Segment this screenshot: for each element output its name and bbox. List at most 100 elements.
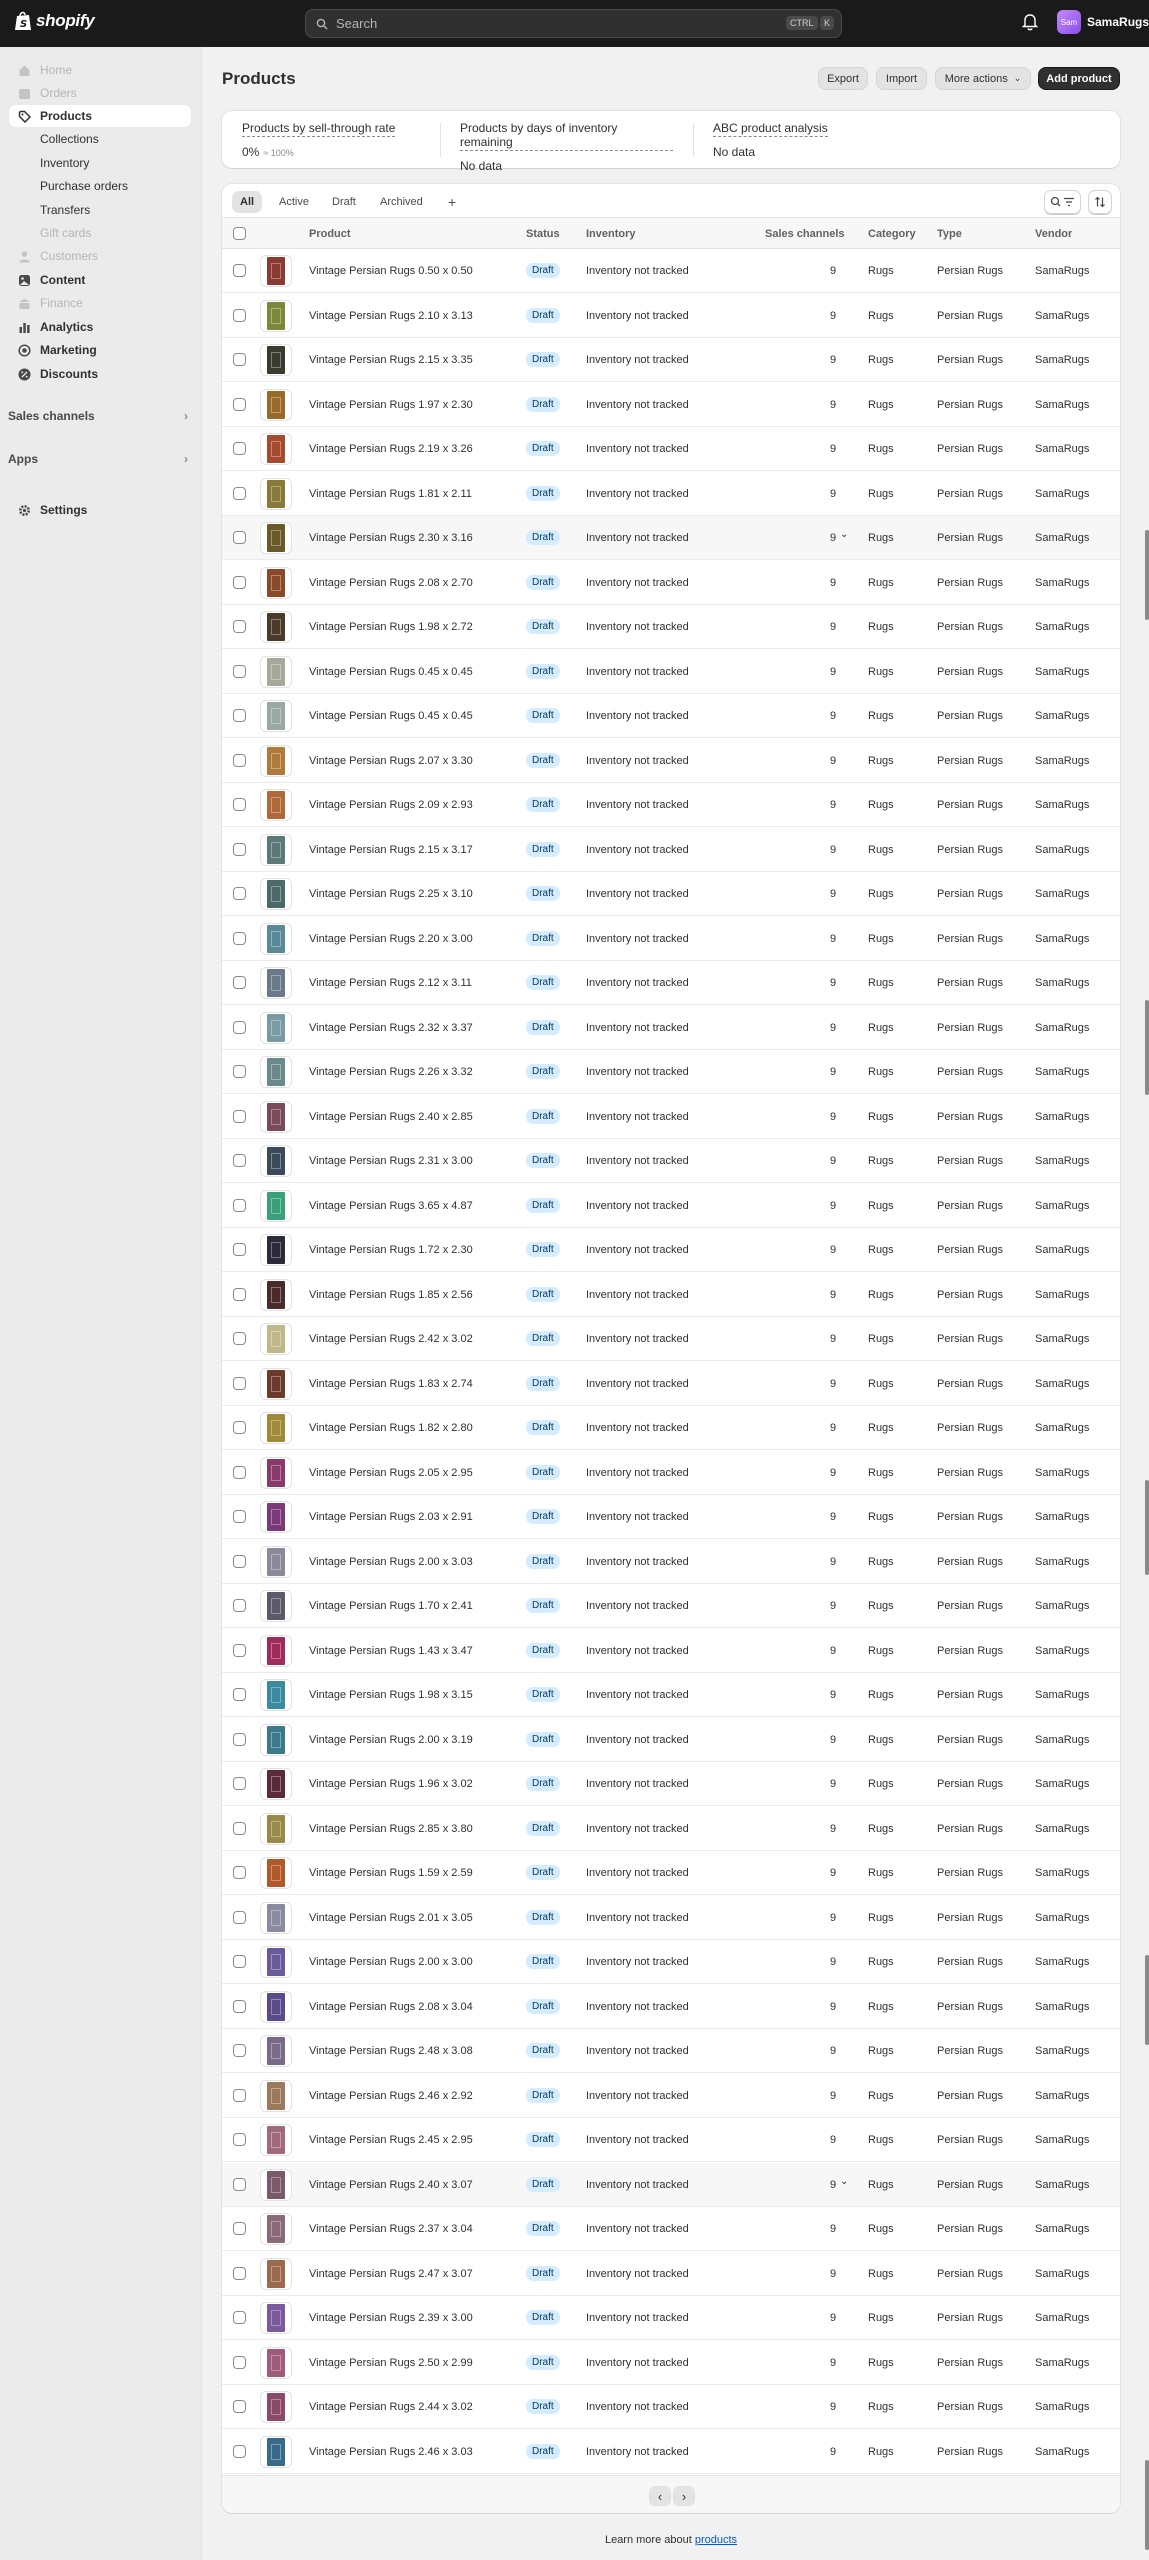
table-row[interactable]: Vintage Persian Rugs 1.82 x 2.80 Draft Inv…	[222, 1406, 1120, 1450]
sidebar-item-analytics[interactable]: Analytics	[9, 316, 191, 338]
table-row[interactable]: Vintage Persian Rugs 2.42 x 3.02 Draft Inv…	[222, 1317, 1120, 1361]
table-row[interactable]: Vintage Persian Rugs 2.15 x 3.35 Draft Inv…	[222, 338, 1120, 382]
table-row[interactable]: Vintage Persian Rugs 2.07 x 3.30 Draft Inv…	[222, 739, 1120, 783]
table-row[interactable]: Vintage Persian Rugs 2.12 x 3.11 Draft Inv…	[222, 961, 1120, 1005]
product-name[interactable]: Vintage Persian Rugs 2.44 x 3.02	[309, 2401, 473, 2413]
product-name[interactable]: Vintage Persian Rugs 2.15 x 3.17	[309, 844, 473, 856]
select-all-checkbox[interactable]	[233, 227, 246, 240]
product-thumbnail[interactable]	[260, 2124, 292, 2156]
table-row[interactable]: Vintage Persian Rugs 2.00 x 3.00 Draft Inv…	[222, 1940, 1120, 1984]
product-thumbnail[interactable]	[260, 2435, 292, 2468]
product-name[interactable]: Vintage Persian Rugs 1.81 x 2.11	[309, 488, 472, 500]
table-row[interactable]: Vintage Persian Rugs 2.01 x 3.05 Draft Inv…	[222, 1896, 1120, 1940]
table-row[interactable]: Vintage Persian Rugs 2.19 x 3.26 Draft Inv…	[222, 427, 1120, 471]
row-checkbox[interactable]	[233, 1866, 246, 1879]
product-name[interactable]: Vintage Persian Rugs 2.01 x 3.05	[309, 1912, 473, 1924]
product-thumbnail[interactable]	[260, 2035, 292, 2067]
product-name[interactable]: Vintage Persian Rugs 1.72 x 2.30	[309, 1244, 473, 1256]
table-row[interactable]: Vintage Persian Rugs 1.96 x 3.02 Draft Inv…	[222, 1762, 1120, 1806]
product-thumbnail[interactable]	[260, 255, 292, 287]
column-header-status[interactable]: Status	[526, 228, 560, 240]
row-checkbox[interactable]	[233, 842, 246, 856]
row-checkbox[interactable]	[233, 2400, 246, 2413]
table-row[interactable]: Vintage Persian Rugs 1.81 x 2.11 Draft Inv…	[222, 472, 1120, 516]
row-checkbox[interactable]	[233, 1688, 246, 1701]
table-row[interactable]: Vintage Persian Rugs 0.45 x 0.45 Draft Inv…	[222, 694, 1120, 738]
row-checkbox[interactable]	[233, 1999, 246, 2013]
store-menu[interactable]: Sam SamaRugs	[1057, 10, 1149, 34]
row-checkbox[interactable]	[233, 1465, 246, 1479]
row-checkbox[interactable]	[233, 264, 246, 277]
product-thumbnail[interactable]	[260, 1946, 292, 1978]
product-thumbnail[interactable]	[260, 2079, 292, 2112]
chevron-down-icon[interactable]: ⌄	[840, 2176, 848, 2187]
product-name[interactable]: Vintage Persian Rugs 1.98 x 3.15	[309, 1689, 473, 1701]
table-row[interactable]: Vintage Persian Rugs 2.48 x 3.08 Draft Inv…	[222, 2029, 1120, 2073]
row-checkbox[interactable]	[233, 1332, 246, 1345]
product-name[interactable]: Vintage Persian Rugs 2.12 x 3.11	[309, 977, 472, 989]
product-thumbnail[interactable]	[260, 922, 292, 955]
row-checkbox[interactable]	[233, 1065, 246, 1078]
product-name[interactable]: Vintage Persian Rugs 1.98 x 2.72	[309, 621, 473, 633]
product-thumbnail[interactable]	[260, 299, 292, 332]
sales-channels-count[interactable]: 9	[830, 2179, 836, 2191]
product-name[interactable]: Vintage Persian Rugs 2.19 x 3.26	[309, 443, 473, 455]
product-thumbnail[interactable]	[260, 1412, 292, 1444]
product-name[interactable]: Vintage Persian Rugs 2.25 x 3.10	[309, 888, 473, 900]
product-thumbnail[interactable]	[260, 967, 292, 999]
product-thumbnail[interactable]	[260, 1679, 292, 1711]
table-row[interactable]: Vintage Persian Rugs 1.85 x 2.56 Draft Inv…	[222, 1273, 1120, 1317]
sidebar-item-gift-cards[interactable]: Gift cards	[9, 222, 191, 244]
product-name[interactable]: Vintage Persian Rugs 2.10 x 3.13	[309, 310, 473, 322]
metric-days-inventory[interactable]: Products by days of inventory remaining …	[440, 111, 693, 173]
product-name[interactable]: Vintage Persian Rugs 2.40 x 3.07	[309, 2179, 473, 2191]
product-name[interactable]: Vintage Persian Rugs 1.83 x 2.74	[309, 1378, 473, 1390]
row-checkbox[interactable]	[233, 931, 246, 945]
sidebar-item-collections[interactable]: Collections	[9, 128, 191, 150]
product-name[interactable]: Vintage Persian Rugs 2.20 x 3.00	[309, 933, 473, 945]
previous-page-button[interactable]: ‹	[649, 2486, 671, 2506]
product-name[interactable]: Vintage Persian Rugs 2.00 x 3.03	[309, 1556, 473, 1568]
sidebar-item-finance[interactable]: Finance	[9, 292, 191, 314]
product-name[interactable]: Vintage Persian Rugs 2.08 x 3.04	[309, 2001, 473, 2013]
column-header-type[interactable]: Type	[937, 228, 962, 240]
product-name[interactable]: Vintage Persian Rugs 2.30 x 3.16	[309, 532, 473, 544]
product-name[interactable]: Vintage Persian Rugs 2.08 x 2.70	[309, 577, 473, 589]
product-name[interactable]: Vintage Persian Rugs 1.59 x 2.59	[309, 1867, 473, 1879]
row-checkbox[interactable]	[233, 887, 246, 900]
product-name[interactable]: Vintage Persian Rugs 2.32 x 3.37	[309, 1022, 473, 1034]
product-name[interactable]: Vintage Persian Rugs 1.70 x 2.41	[309, 1600, 473, 1612]
shopify-logo[interactable]: S shopify	[14, 11, 95, 31]
table-row[interactable]: Vintage Persian Rugs 2.30 x 3.16 Draft Inv…	[222, 516, 1120, 560]
product-thumbnail[interactable]	[260, 700, 292, 732]
table-row[interactable]: Vintage Persian Rugs 2.40 x 3.07 Draft Inv…	[222, 2162, 1120, 2207]
sidebar-item-transfers[interactable]: Transfers	[9, 199, 191, 221]
product-thumbnail[interactable]	[260, 477, 292, 510]
row-checkbox[interactable]	[233, 1821, 246, 1835]
product-thumbnail[interactable]	[260, 1990, 292, 2023]
scrollbar-thumb[interactable]	[1145, 530, 1149, 620]
row-checkbox[interactable]	[233, 1732, 246, 1746]
product-thumbnail[interactable]	[260, 1456, 292, 1489]
product-thumbnail[interactable]	[260, 1145, 292, 1177]
export-button[interactable]: Export	[818, 67, 868, 90]
row-checkbox[interactable]	[233, 531, 246, 544]
sort-button[interactable]	[1088, 190, 1112, 214]
sidebar-section-sales-channels[interactable]: Sales channels ›	[8, 409, 188, 423]
add-view-button[interactable]: +	[440, 191, 464, 213]
row-checkbox[interactable]	[233, 2355, 246, 2369]
product-name[interactable]: Vintage Persian Rugs 2.05 x 2.95	[309, 1467, 473, 1479]
table-row[interactable]: Vintage Persian Rugs 0.45 x 0.45 Draft Inv…	[222, 650, 1120, 694]
product-thumbnail[interactable]	[260, 1011, 292, 1044]
scrollbar-thumb[interactable]	[1145, 2460, 1149, 2550]
row-checkbox[interactable]	[233, 1287, 246, 1301]
product-name[interactable]: Vintage Persian Rugs 1.82 x 2.80	[309, 1422, 473, 1434]
table-row[interactable]: Vintage Persian Rugs 2.44 x 3.02 Draft Inv…	[222, 2385, 1120, 2429]
product-name[interactable]: Vintage Persian Rugs 0.45 x 0.45	[309, 710, 473, 722]
product-name[interactable]: Vintage Persian Rugs 2.46 x 2.92	[309, 2090, 473, 2102]
more-actions-button[interactable]: More actions ⌄	[935, 67, 1031, 90]
table-row[interactable]: Vintage Persian Rugs 1.98 x 2.72 Draft Inv…	[222, 605, 1120, 649]
product-thumbnail[interactable]	[260, 566, 292, 599]
table-row[interactable]: Vintage Persian Rugs 1.98 x 3.15 Draft Inv…	[222, 1673, 1120, 1717]
product-thumbnail[interactable]	[260, 1278, 292, 1311]
